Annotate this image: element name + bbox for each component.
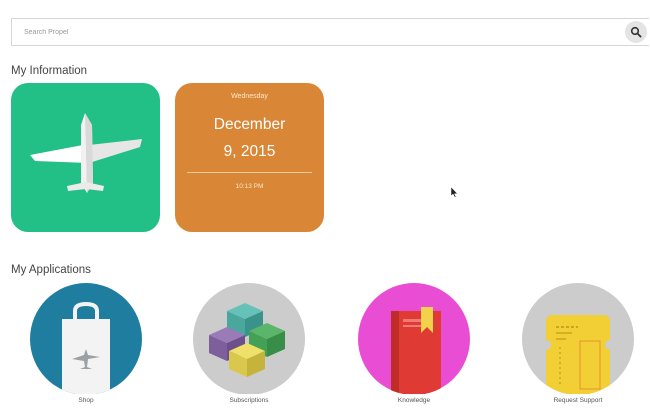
date-month: December bbox=[213, 116, 286, 133]
date-day-year: 9, 2015 bbox=[223, 143, 276, 160]
ticket-icon bbox=[541, 315, 615, 395]
book-icon bbox=[391, 307, 441, 395]
cubes-icon bbox=[209, 303, 285, 377]
app-request-support[interactable]: Request Support bbox=[522, 283, 634, 409]
knowledge-circle bbox=[358, 283, 470, 395]
app-shop[interactable]: Shop bbox=[30, 283, 142, 409]
app-label-shop: Shop bbox=[30, 394, 142, 408]
request-support-circle bbox=[522, 283, 634, 395]
date-weekday: Wednesday bbox=[231, 93, 268, 100]
shopping-bag-icon bbox=[62, 301, 110, 395]
app-label-request-support: Request Support bbox=[522, 394, 634, 408]
app-knowledge[interactable]: Knowledge bbox=[358, 283, 470, 409]
app-subscriptions[interactable]: Subscriptions bbox=[193, 283, 305, 409]
search-input[interactable] bbox=[12, 19, 602, 45]
subscriptions-circle bbox=[193, 283, 305, 395]
search-icon bbox=[630, 26, 642, 38]
date-time: 10:13 PM bbox=[235, 183, 264, 190]
date-divider bbox=[187, 172, 312, 173]
mouse-cursor-icon bbox=[450, 187, 458, 198]
travel-tile[interactable] bbox=[11, 83, 160, 232]
search-bar bbox=[11, 18, 649, 46]
airplane-icon bbox=[30, 113, 142, 193]
search-button[interactable] bbox=[625, 21, 647, 43]
app-label-subscriptions: Subscriptions bbox=[193, 394, 305, 408]
shop-circle bbox=[30, 283, 142, 395]
app-label-knowledge: Knowledge bbox=[358, 394, 470, 408]
my-applications-heading: My Applications bbox=[11, 264, 91, 276]
my-information-heading: My Information bbox=[11, 65, 88, 77]
date-tile[interactable]: Wednesday December 9, 2015 10:13 PM bbox=[175, 83, 324, 232]
